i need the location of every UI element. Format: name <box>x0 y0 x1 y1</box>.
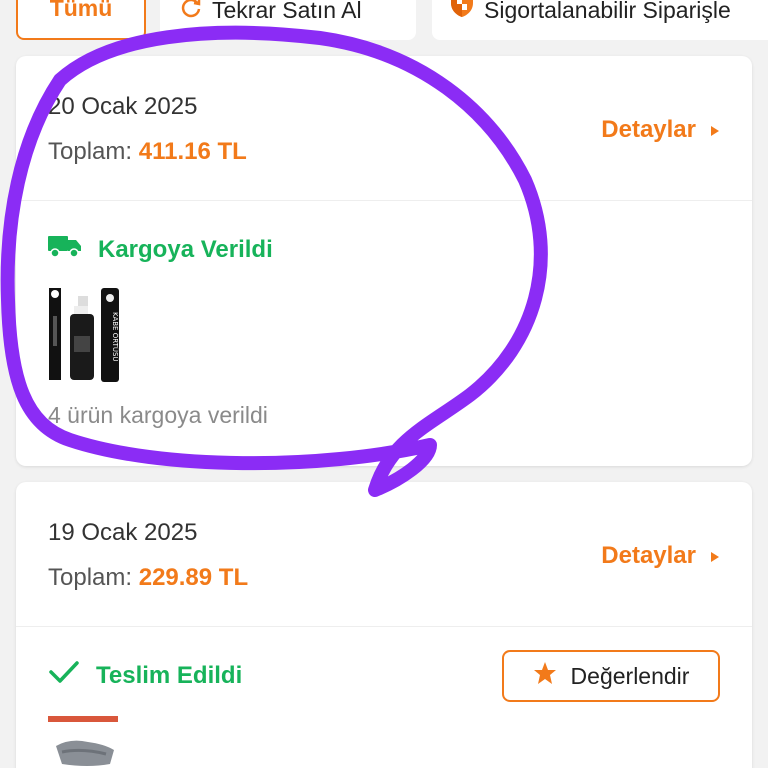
order-status-label: Teslim Edildi <box>96 661 243 689</box>
orders-screen: Tümü Tekrar Satın Al Sigortalanabilir Si… <box>0 0 768 768</box>
star-icon <box>533 661 557 691</box>
details-link[interactable]: Detaylar <box>601 116 720 144</box>
filter-rebuy-label: Tekrar Satın Al <box>212 0 362 23</box>
order-status: Kargoya Verildi <box>48 234 273 265</box>
order-header: 20 Ocak 2025 Toplam: 411.16 TL Detaylar <box>16 56 752 201</box>
order-total: Toplam: 411.16 TL <box>48 138 247 166</box>
product-image-spray <box>68 296 96 387</box>
details-link[interactable]: Detaylar <box>601 542 720 570</box>
order-header: 19 Ocak 2025 Toplam: 229.89 TL Detaylar <box>16 482 752 627</box>
details-label: Detaylar <box>601 116 696 143</box>
filter-insurable-chip[interactable]: Sigortalanabilir Siparişle <box>432 0 768 40</box>
order-total-value: 229.89 TL <box>138 564 249 591</box>
details-label: Detaylar <box>601 542 696 569</box>
order-status: Teslim Edildi <box>48 659 242 692</box>
shipment-note: 4 ürün kargoya verildi <box>48 402 268 428</box>
order-card[interactable]: 20 Ocak 2025 Toplam: 411.16 TL Detaylar … <box>16 56 752 466</box>
filter-all-chip[interactable]: Tümü <box>16 0 146 40</box>
filter-insurable-label: Sigortalanabilir Siparişle <box>484 0 731 23</box>
order-date: 19 Ocak 2025 <box>48 519 198 546</box>
product-image-towel[interactable] <box>48 716 120 768</box>
caret-right-icon <box>710 116 720 144</box>
order-card[interactable]: 19 Ocak 2025 Toplam: 229.89 TL Detaylar … <box>16 482 752 768</box>
order-total: Toplam: 229.89 TL <box>48 564 248 592</box>
rate-button[interactable]: Değerlendir <box>502 650 720 702</box>
order-date: 20 Ocak 2025 <box>48 93 198 120</box>
order-status-label: Kargoya Verildi <box>98 235 273 263</box>
order-total-value: 411.16 TL <box>138 138 247 165</box>
truck-icon <box>48 234 82 265</box>
check-icon <box>48 659 80 692</box>
filter-rebuy-chip[interactable]: Tekrar Satın Al <box>160 0 416 40</box>
filter-all-label: Tümü <box>49 0 113 21</box>
order-total-label: Toplam: <box>48 138 133 165</box>
rate-label: Değerlendir <box>570 662 690 689</box>
product-box-text: KABE ÖRTÜSÜ <box>111 312 120 362</box>
refresh-icon <box>180 0 202 24</box>
product-thumbnails[interactable]: KABE ÖRTÜSÜ <box>46 286 120 387</box>
product-image-box: KABE ÖRTÜSÜ <box>100 288 120 387</box>
order-total-label: Toplam: <box>48 564 133 591</box>
shield-icon <box>450 0 474 24</box>
caret-right-icon <box>710 542 720 570</box>
product-image-hook <box>46 286 64 387</box>
